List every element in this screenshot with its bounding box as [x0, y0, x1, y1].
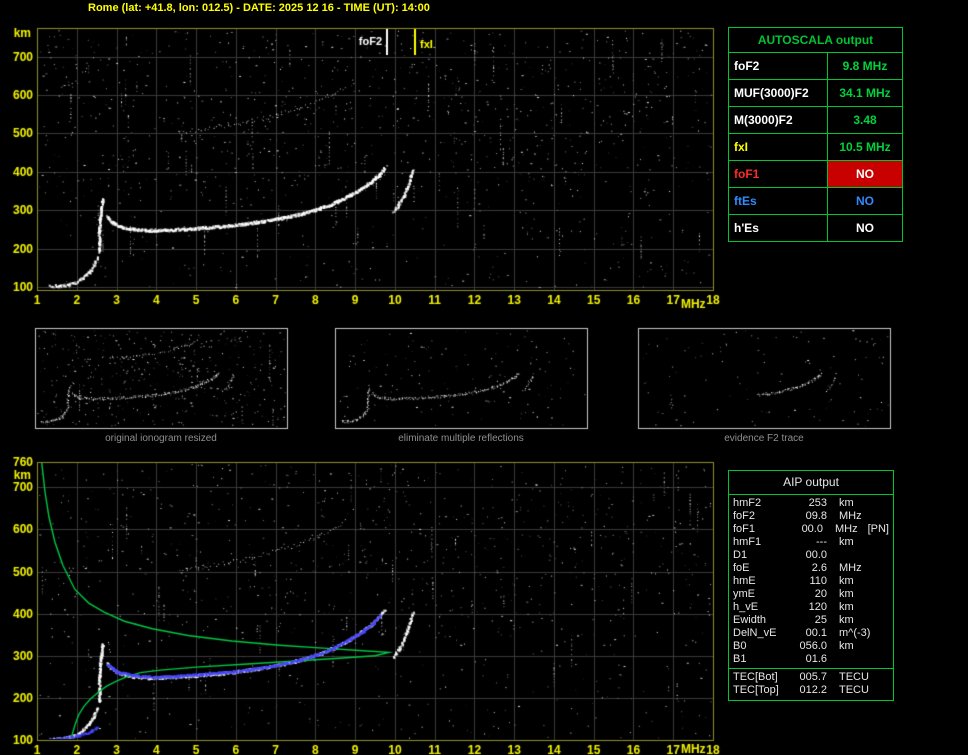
param-label: fxI — [728, 133, 828, 161]
param-name: B0 — [733, 640, 747, 652]
autoscala-row-muf3000f2: MUF(3000)F2 34.1 MHz — [728, 79, 903, 107]
param-unit: km — [839, 536, 854, 548]
param-value: 00.1 — [805, 627, 827, 639]
param-value: 110 — [809, 575, 827, 587]
param-name: h_vE — [733, 601, 759, 613]
autoscala-row-fof2: foF2 9.8 MHz — [728, 52, 903, 80]
param-value: 005.7 — [799, 671, 827, 683]
param-value: 01.6 — [805, 653, 827, 665]
param-name: hmE — [733, 575, 756, 587]
separator — [729, 494, 893, 495]
param-value: 09.8 — [805, 510, 827, 522]
thumbnail-caption-original: original ionogram resized — [105, 433, 217, 444]
aip-title: AIP output — [783, 475, 839, 489]
param-unit: km — [839, 575, 854, 587]
param-unit: MHz — [834, 523, 858, 535]
param-value: NO — [827, 214, 903, 242]
param-unit: TECU — [839, 671, 869, 683]
autoscala-row-ftes: ftEs NO — [728, 187, 903, 215]
aip-row-yme: ymE 20 km — [729, 588, 893, 601]
autoscala-title: AUTOSCALA output — [728, 27, 903, 53]
autoscala-table: AUTOSCALA output foF2 9.8 MHz MUF(3000)F… — [728, 27, 903, 242]
param-unit: km — [839, 614, 854, 626]
thumbnail-caption-reflections: eliminate multiple reflections — [398, 433, 524, 444]
autoscala-row-fxi: fxI 10.5 MHz — [728, 133, 903, 161]
param-name: Ewidth — [733, 614, 767, 626]
param-name: foF2 — [733, 510, 756, 522]
page-title: Rome (lat: +41.8, lon: 012.5) - DATE: 20… — [88, 2, 430, 14]
aip-row-d1: D1 00.0 — [729, 549, 893, 562]
aip-row-hve: h_vE 120 km — [729, 601, 893, 614]
param-value: 10.5 MHz — [827, 133, 903, 161]
param-unit: m^(-3) — [839, 627, 871, 639]
autoscala-row-hes: h'Es NO — [728, 214, 903, 242]
aip-row-tectop: TEC[Top] 012.2 TECU — [729, 684, 893, 697]
param-value: NO — [827, 187, 903, 215]
aip-row-fof2: foF2 09.8 MHz — [729, 510, 893, 523]
param-value: 00.0 — [805, 549, 827, 561]
param-unit: km — [839, 640, 854, 652]
aip-row-ewidth: Ewidth 25 km — [729, 614, 893, 627]
param-name: hmF1 — [733, 536, 762, 548]
param-name: D1 — [733, 549, 748, 561]
separator — [729, 668, 893, 669]
param-value: 00.0 — [801, 523, 823, 535]
param-name: DelN_vE — [733, 627, 777, 639]
param-value: 056.0 — [799, 640, 827, 652]
param-name: hmF2 — [733, 497, 762, 509]
autoscala-row-m3000f2: M(3000)F2 3.48 — [728, 106, 903, 134]
param-value: 9.8 MHz — [827, 52, 903, 80]
param-value: 3.48 — [827, 106, 903, 134]
param-name: foE — [733, 562, 750, 574]
autoscala-window: Rome (lat: +41.8, lon: 012.5) - DATE: 20… — [0, 0, 968, 755]
param-name: TEC[Top] — [733, 684, 779, 696]
thumbnail-caption-f2trace: evidence F2 trace — [724, 433, 804, 444]
aip-row-foe: foE 2.6 MHz — [729, 562, 893, 575]
param-value: 012.2 — [799, 684, 827, 696]
aip-row-hmf2: hmF2 253 km — [729, 497, 893, 510]
param-name: TEC[Bot] — [733, 671, 778, 683]
param-value: 20 — [814, 588, 827, 600]
param-label: ftEs — [728, 187, 828, 215]
param-unit: km — [839, 601, 854, 613]
param-name: foF1 — [733, 523, 756, 535]
aip-panel: AIP output hmF2 253 km foF2 09.8 MHz foF… — [728, 470, 894, 701]
autoscala-row-fof1: foF1 NO — [728, 160, 903, 188]
param-unit: km — [839, 588, 854, 600]
aip-row-tecbot: TEC[Bot] 005.7 TECU — [729, 671, 893, 684]
param-note: [PN] — [867, 523, 889, 535]
aip-row-hme: hmE 110 km — [729, 575, 893, 588]
param-unit: MHz — [839, 562, 862, 574]
aip-row-fof1: foF1 00.0 MHz [PN] — [729, 523, 893, 536]
param-value: 253 — [808, 497, 827, 509]
aip-row-b1: B1 01.6 — [729, 653, 893, 666]
param-unit: TECU — [839, 684, 869, 696]
param-unit: km — [839, 497, 854, 509]
param-name: B1 — [733, 653, 747, 665]
param-value: NO — [827, 160, 903, 188]
param-label: foF1 — [728, 160, 828, 188]
aip-row-hmf1: hmF1 --- km — [729, 536, 893, 549]
param-value: 34.1 MHz — [827, 79, 903, 107]
param-value: 120 — [808, 601, 827, 613]
aip-row-b0: B0 056.0 km — [729, 640, 893, 653]
param-label: MUF(3000)F2 — [728, 79, 828, 107]
param-label: foF2 — [728, 52, 828, 80]
param-unit: MHz — [839, 510, 862, 522]
param-value: 25 — [814, 614, 827, 626]
param-label: h'Es — [728, 214, 828, 242]
param-name: ymE — [733, 588, 755, 600]
param-value: --- — [816, 536, 827, 548]
param-label: M(3000)F2 — [728, 106, 828, 134]
param-value: 2.6 — [811, 562, 827, 574]
aip-row-delnve: DelN_vE 00.1 m^(-3) — [729, 627, 893, 640]
